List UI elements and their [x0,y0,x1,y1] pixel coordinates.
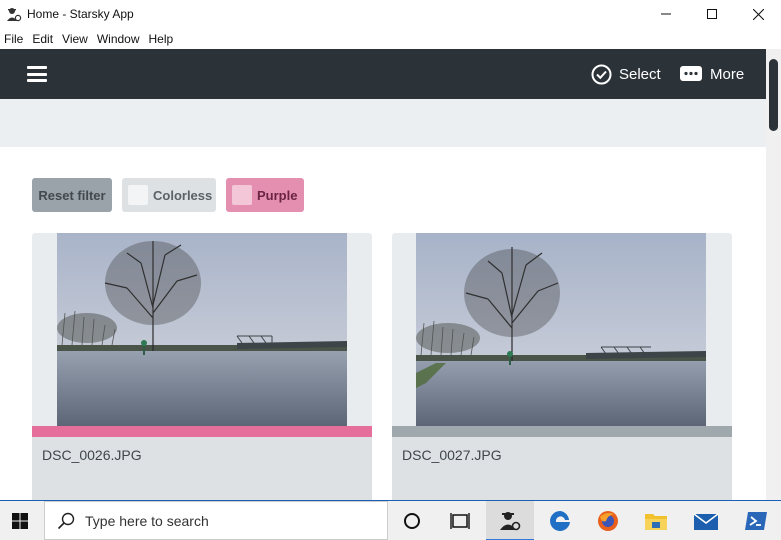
maximize-button[interactable] [689,0,735,28]
select-button[interactable]: Select [591,62,661,86]
more-dots-icon [680,66,702,81]
search-icon [57,512,75,529]
photo-card[interactable]: DSC_0026.JPG [32,233,372,513]
close-button[interactable] [735,0,781,28]
colorless-swatch [128,185,148,205]
windows-taskbar: Type here to search [0,500,781,540]
taskbar-search-box[interactable]: Type here to search [44,501,388,540]
taskbar-file-explorer[interactable] [632,501,680,540]
menu-help[interactable]: Help [149,32,174,46]
reset-filter-button[interactable]: Reset filter [32,178,112,212]
menu-edit[interactable]: Edit [32,32,53,46]
menu-bar: File Edit View Window Help [0,28,781,49]
taskbar-firefox[interactable] [584,501,632,540]
color-tag-bar [392,426,732,437]
more-button[interactable]: More [679,62,744,86]
title-bar: Home - Starsky App [0,0,781,28]
check-circle-icon [591,64,612,84]
card-filename: DSC_0026.JPG [42,447,142,463]
taskbar-edge[interactable] [536,501,584,540]
window-title: Home - Starsky App [27,7,134,21]
filter-chip-purple[interactable]: Purple [226,178,304,212]
color-tag-bar [32,426,372,437]
more-label: More [710,65,745,83]
filter-chip-label: Purple [257,187,298,203]
cortana-circle-icon [404,513,420,529]
filter-chip-colorless[interactable]: Colorless [122,178,216,212]
powershell-icon [745,512,767,530]
starsky-app-icon [500,512,521,531]
taskbar-starsky-app[interactable] [486,501,534,540]
photo-thumbnail [416,233,706,426]
photo-thumbnail [57,233,347,426]
scrollbar-thumb[interactable] [769,59,778,131]
app-window: Home - Starsky App File Edit View Window… [0,0,781,540]
card-filename: DSC_0027.JPG [402,447,502,463]
folder-icon [645,514,667,530]
purple-swatch [232,185,252,205]
close-icon [752,8,764,20]
task-view-icon [450,513,470,529]
mail-icon [693,513,719,530]
minimize-button[interactable] [643,0,689,28]
search-placeholder: Type here to search [85,512,209,529]
task-view-button[interactable] [436,501,484,540]
cortana-button[interactable] [388,501,436,540]
menu-view[interactable]: View [62,32,88,46]
taskbar-powershell[interactable] [732,501,780,540]
maximize-icon [707,9,717,19]
edge-browser-icon [550,511,570,531]
main-content: Reset filter Colorless Purple DSC_0026.J… [0,147,766,513]
firefox-icon [598,511,618,531]
starsky-app-icon [7,8,22,22]
windows-logo-icon [12,513,28,529]
vertical-scrollbar[interactable] [766,49,781,500]
minimize-icon [661,13,671,15]
taskbar-mail[interactable] [682,501,730,540]
menu-window[interactable]: Window [97,32,140,46]
filter-chip-label: Colorless [153,187,213,203]
photo-card[interactable]: DSC_0027.JPG [392,233,732,513]
hamburger-menu-icon[interactable] [27,66,47,82]
select-label: Select [619,65,661,83]
sub-header-bar [0,99,766,147]
start-button[interactable] [0,501,40,540]
app-header: Select More [0,49,766,99]
menu-file[interactable]: File [4,32,23,46]
